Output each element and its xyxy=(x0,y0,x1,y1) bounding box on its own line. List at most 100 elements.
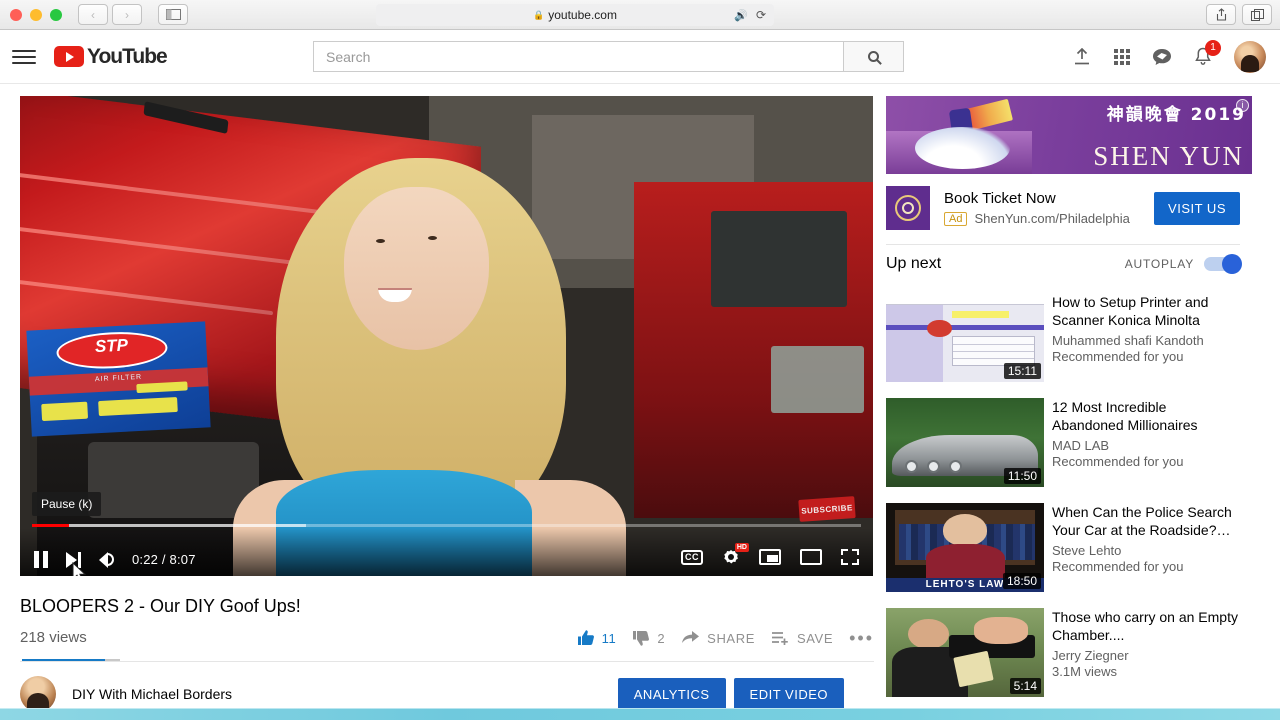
miniplayer-icon[interactable] xyxy=(759,549,781,565)
account-avatar[interactable] xyxy=(1234,40,1266,73)
save-label: SAVE xyxy=(796,630,834,646)
autoplay-toggle[interactable] xyxy=(1204,254,1242,274)
video-duration: 5:14 xyxy=(1009,678,1041,694)
video-thumbnail[interactable]: 5:14 xyxy=(886,608,1044,697)
ad-title[interactable]: Book Ticket Now xyxy=(944,190,1130,207)
suggested-video-item[interactable]: 5:14 Those who carry on an Empty Chamber.… xyxy=(886,600,1240,705)
fullscreen-icon[interactable] xyxy=(841,549,859,565)
settings-button[interactable]: HD xyxy=(722,543,749,566)
more-options-button[interactable]: ••• xyxy=(849,628,874,657)
window-traffic-lights[interactable] xyxy=(10,8,62,21)
notifications-button[interactable]: 1 xyxy=(1194,40,1221,66)
ad-info-icon[interactable]: i xyxy=(1236,99,1249,112)
search-button[interactable] xyxy=(844,41,904,72)
next-video-icon xyxy=(66,552,81,568)
url-text: youtube.com xyxy=(548,8,617,22)
player-tooltip: Pause (k) xyxy=(32,492,102,516)
video-duration: 15:11 xyxy=(1003,363,1041,379)
suggested-video-channel[interactable]: Jerry Ziegner xyxy=(1052,648,1240,663)
apps-button[interactable] xyxy=(1114,48,1130,65)
ad-url[interactable]: ShenYun.com/Philadelphia xyxy=(974,211,1129,226)
pause-button[interactable] xyxy=(34,551,48,568)
view-count: 218 views xyxy=(20,629,87,646)
video-thumbnail[interactable]: LEHTO'S LAW 18:50 xyxy=(886,503,1044,592)
suggested-video-item[interactable]: 15:11 How to Setup Printer and Scanner Ko… xyxy=(886,285,1240,390)
next-video-button[interactable] xyxy=(66,552,81,568)
address-bar[interactable]: 🔒 youtube.com 🔊 ⟳ xyxy=(376,4,774,26)
edit-video-button[interactable]: EDIT VIDEO xyxy=(733,677,844,711)
page-title: BLOOPERS 2 - Our DIY Goof Ups! xyxy=(20,596,301,616)
lock-icon: 🔒 xyxy=(533,9,545,20)
ad-badge: Ad xyxy=(944,211,968,226)
speaker-icon[interactable]: 🔊 xyxy=(734,9,748,22)
upload-icon xyxy=(1075,47,1089,64)
channel-avatar[interactable] xyxy=(20,676,56,712)
new-tab-icon xyxy=(1250,8,1264,21)
like-button[interactable]: 11 xyxy=(577,629,617,661)
upload-video-button[interactable] xyxy=(1072,47,1092,66)
forward-button[interactable]: › xyxy=(112,4,142,25)
sidebar-icon xyxy=(165,9,181,20)
show-tabs-button[interactable] xyxy=(1242,4,1272,25)
like-count: 11 xyxy=(601,630,617,646)
suggested-video-title[interactable]: When Can the Police Search Your Car at t… xyxy=(1052,503,1240,539)
up-next-header: Up next AUTOPLAY xyxy=(886,244,1242,285)
notification-badge: 1 xyxy=(1205,40,1221,56)
video-actions: 11 2 SHARE SAVE ••• xyxy=(22,628,874,661)
suggested-video-meta-text: Recommended for you xyxy=(1052,454,1184,469)
suggested-video-meta: Those who carry on an Empty Chamber.... J… xyxy=(1052,608,1240,697)
close-window-button[interactable] xyxy=(10,8,22,21)
player-controls: 0:22 / 8:07 CC HD xyxy=(20,524,873,576)
minimize-window-button[interactable] xyxy=(30,8,42,21)
search-input[interactable] xyxy=(313,41,844,72)
ad-banner[interactable]: 神韻晚會 2019 SHEN YUN i xyxy=(886,96,1252,174)
video-thumbnail[interactable]: 11:50 xyxy=(886,398,1044,487)
maximize-window-button[interactable] xyxy=(50,8,62,21)
suggested-video-meta: 12 Most Incredible Abandoned Millionaire… xyxy=(1052,398,1240,487)
save-button[interactable]: SAVE xyxy=(771,630,833,660)
dislike-button[interactable]: 2 xyxy=(632,629,665,661)
youtube-logo[interactable]: YouTube xyxy=(54,45,168,69)
volume-icon xyxy=(99,552,114,568)
ad-banner-chinese-title: 神韻晚會 2019 xyxy=(1106,105,1246,125)
video-duration: 11:50 xyxy=(1003,468,1041,484)
suggested-video-channel[interactable]: Steve Lehto xyxy=(1052,543,1240,558)
suggested-video-item[interactable]: LEHTO'S LAW 18:50 When Can the Police Sear… xyxy=(886,495,1240,600)
time-display: 0:22 / 8:07 xyxy=(132,552,196,567)
theater-mode-icon[interactable] xyxy=(800,549,822,565)
volume-button[interactable] xyxy=(99,552,114,568)
video-player[interactable]: STP AIR FILTER SUBSCRIBE Pause (k) 0:22 … xyxy=(20,96,873,576)
primary-column: STP AIR FILTER SUBSCRIBE Pause (k) 0:22 … xyxy=(0,84,874,720)
more-options-icon: ••• xyxy=(849,628,874,648)
suggested-video-channel[interactable]: MAD LAB xyxy=(1052,438,1240,453)
back-button[interactable]: ‹ xyxy=(78,4,108,25)
video-thumbnail[interactable]: 15:11 xyxy=(886,293,1044,382)
share-button[interactable] xyxy=(1206,4,1236,25)
autoplay-label: AUTOPLAY xyxy=(1124,257,1194,271)
suggested-video-title[interactable]: 12 Most Incredible Abandoned Millionaire… xyxy=(1052,398,1240,434)
reload-icon[interactable]: ⟳ xyxy=(756,8,766,22)
video-frame: STP AIR FILTER xyxy=(20,96,873,576)
captions-button[interactable]: CC xyxy=(681,549,703,565)
ad-advertiser-logo xyxy=(886,186,930,230)
share-label: SHARE xyxy=(707,630,755,646)
sidebar-toggle-button[interactable] xyxy=(158,4,188,25)
hamburger-menu-icon[interactable] xyxy=(12,49,36,64)
channel-name[interactable]: DIY With Michael Borders xyxy=(72,686,232,702)
suggested-video-title[interactable]: How to Setup Printer and Scanner Konica … xyxy=(1052,293,1240,329)
messages-button[interactable] xyxy=(1152,48,1172,66)
back-icon: ‹ xyxy=(91,7,95,22)
share-icon xyxy=(1216,8,1226,21)
watch-page: STP AIR FILTER SUBSCRIBE Pause (k) 0:22 … xyxy=(0,84,1280,720)
save-playlist-icon xyxy=(771,632,788,645)
suggested-video-meta-text: Recommended for you xyxy=(1052,349,1184,364)
suggested-video-item[interactable]: 11:50 12 Most Incredible Abandoned Millio… xyxy=(886,390,1240,495)
suggested-video-title[interactable]: Those who carry on an Empty Chamber.... xyxy=(1052,608,1240,644)
suggested-video-channel[interactable]: Muhammed shafi Kandoth xyxy=(1052,333,1240,348)
ad-cta-button[interactable]: VISIT US xyxy=(1154,191,1240,225)
analytics-button[interactable]: ANALYTICS xyxy=(617,677,726,711)
progress-bar[interactable] xyxy=(32,524,861,527)
subscribe-watermark[interactable]: SUBSCRIBE xyxy=(798,496,856,522)
share-button[interactable]: SHARE xyxy=(681,630,755,660)
dislike-count: 2 xyxy=(657,630,666,646)
